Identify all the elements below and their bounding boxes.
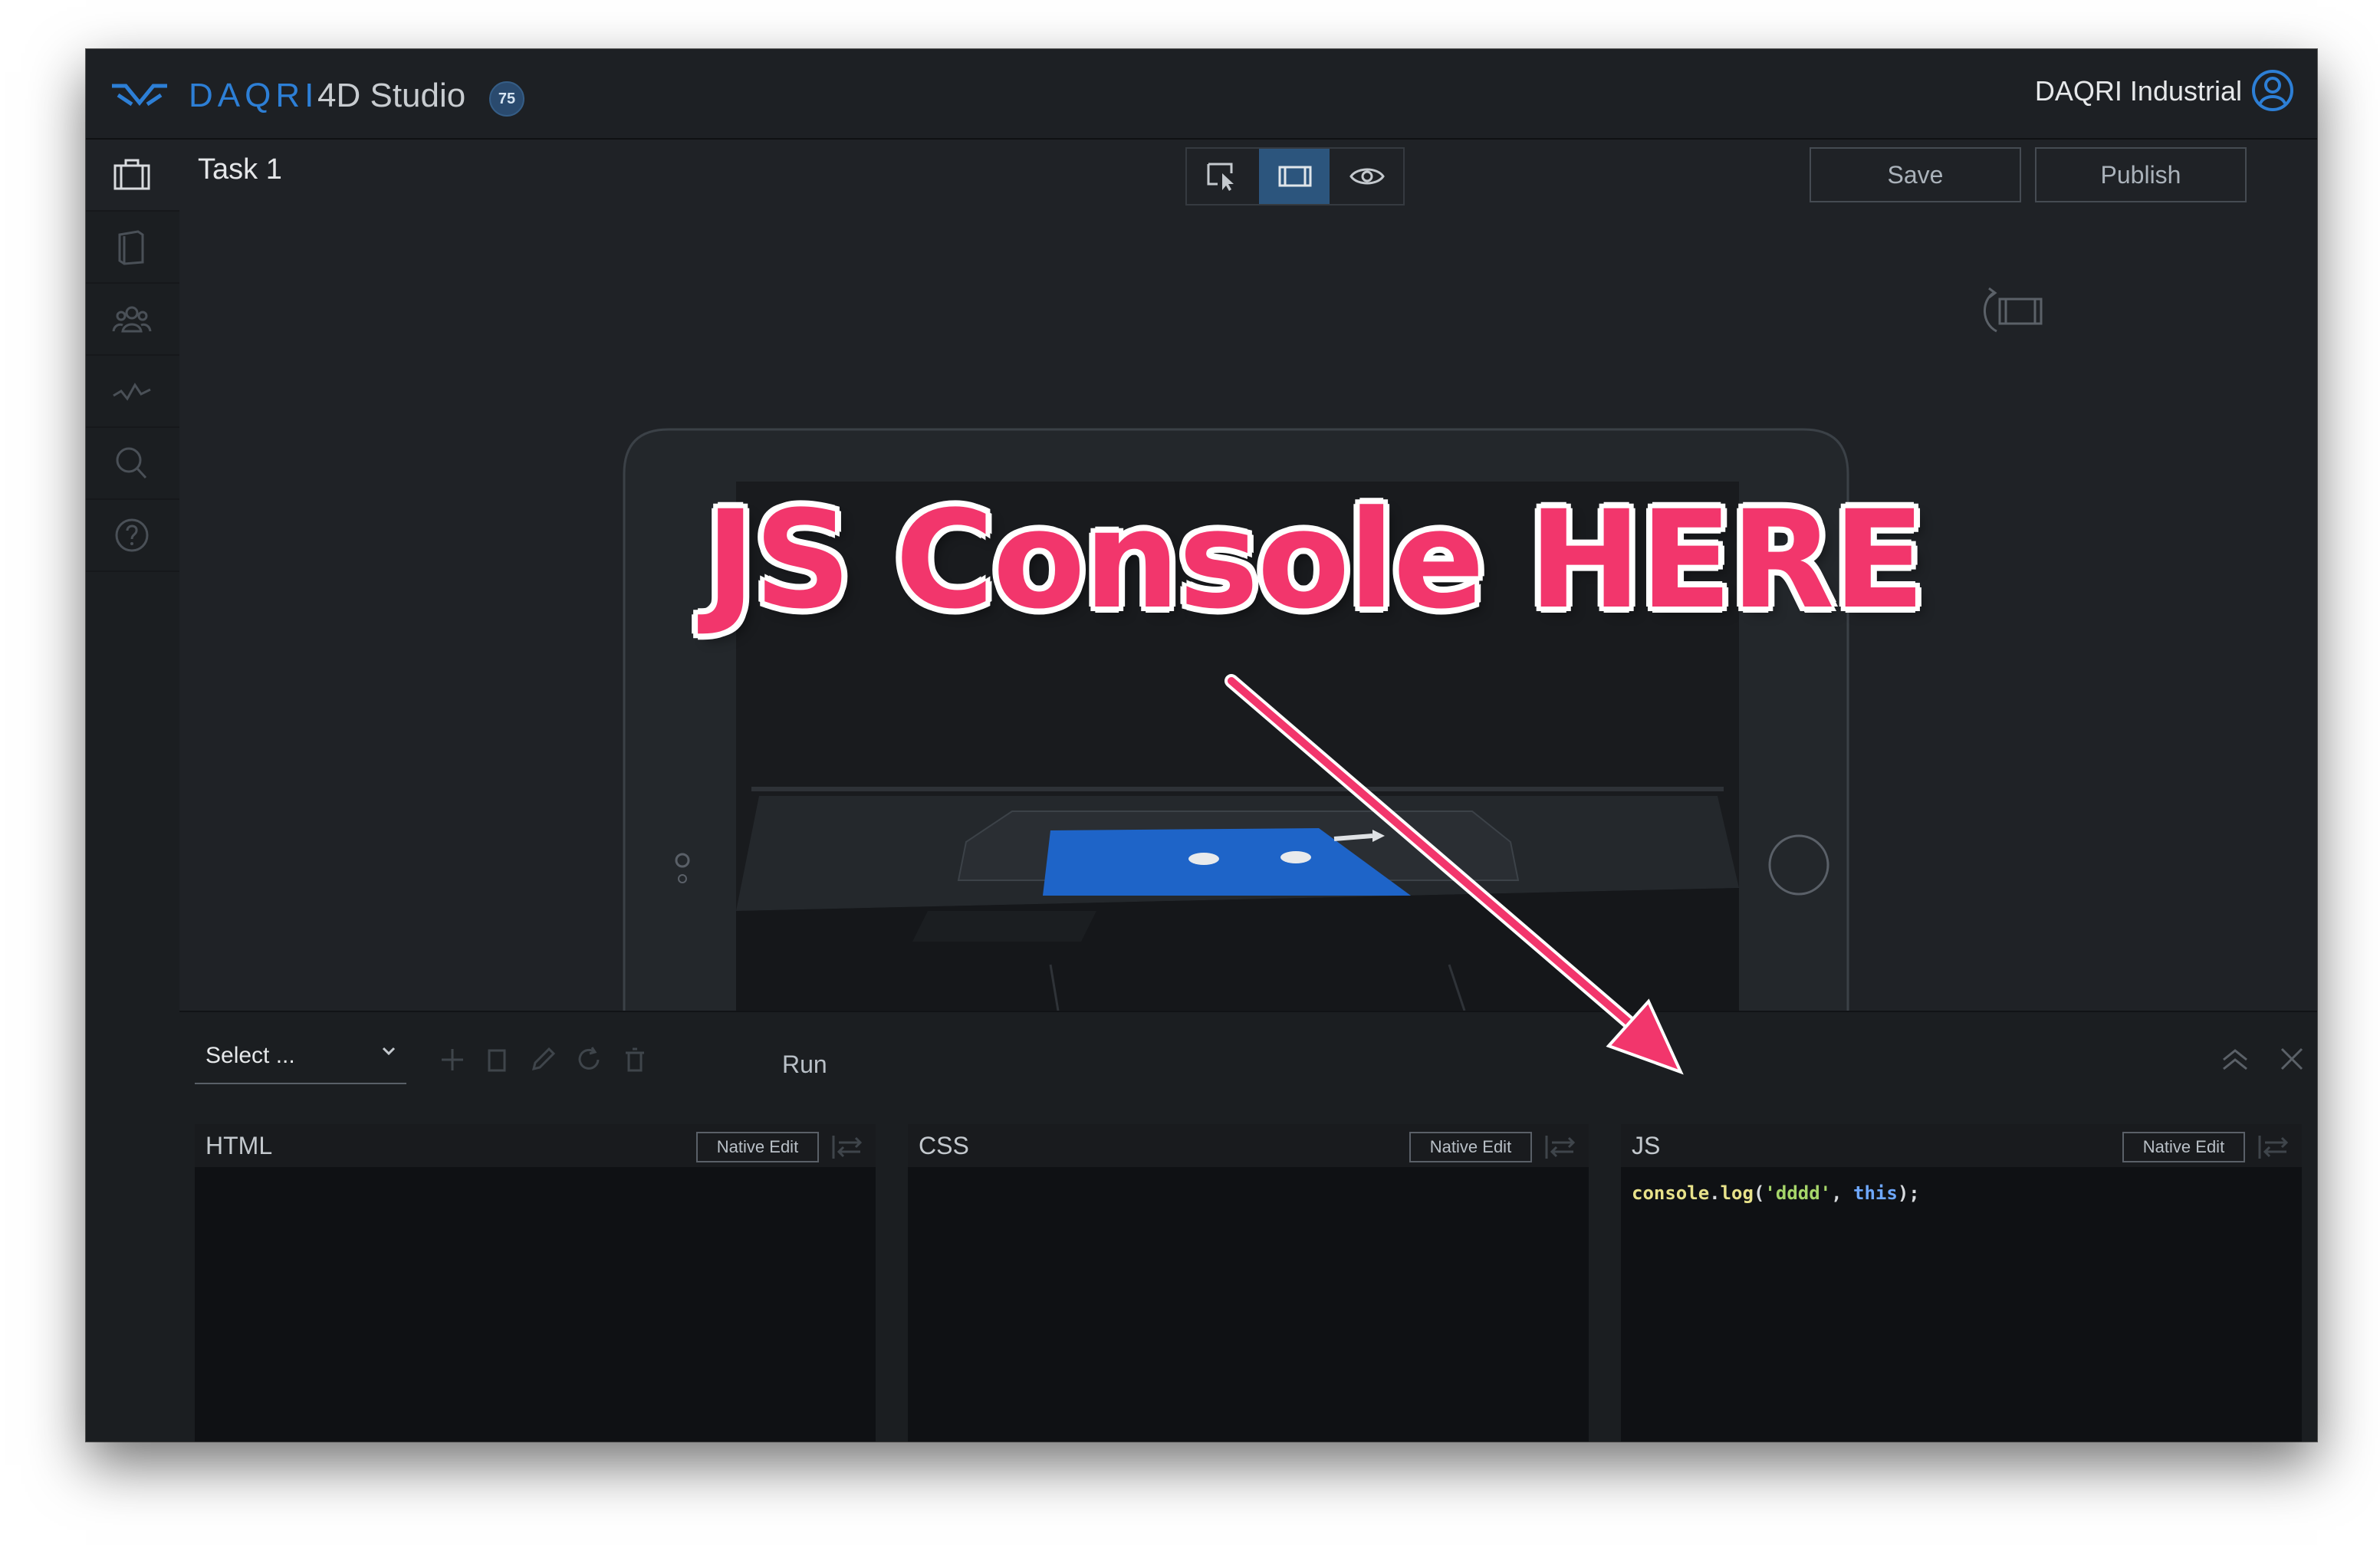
top-bar: DAQRI 4D Studio 75 DAQRI Industrial [86,49,2317,140]
chevron-down-icon [382,1047,396,1056]
swap-arrows-icon[interactable] [831,1133,865,1161]
rotate-device-icon[interactable] [1977,284,2047,337]
html-editor-pane[interactable]: HTML Native Edit [195,1124,876,1442]
annotation-callout-text: JS Console HERE [705,482,1925,639]
select-mode-button[interactable] [1187,149,1257,204]
user-avatar-icon[interactable] [2251,69,2294,112]
collapse-up-icon[interactable] [2219,1044,2251,1074]
sidebar-item-analytics[interactable] [86,356,179,428]
tablet-view-icon [1278,166,1312,187]
sidebar-item-tasks[interactable] [86,140,179,212]
close-icon[interactable] [2279,1046,2305,1072]
organization-name[interactable]: DAQRI Industrial [2035,75,2242,107]
code-open-paren: ( [1753,1182,1765,1204]
preview-mode-button[interactable] [1331,149,1402,204]
sidebar-item-users[interactable] [86,284,179,356]
swap-arrows-icon[interactable] [2257,1133,2291,1161]
select-label: Select ... [205,1043,295,1068]
html-native-edit-button[interactable]: Native Edit [696,1132,819,1162]
tablet-mode-button[interactable] [1259,149,1330,204]
publish-button[interactable]: Publish [2035,147,2247,202]
trash-icon[interactable] [621,1046,649,1074]
version-badge: 75 [489,81,524,117]
code-comma: , [1831,1182,1854,1204]
swap-arrows-icon[interactable] [1544,1133,1578,1161]
daqri-logo-icon[interactable] [109,80,170,110]
help-icon [115,518,149,552]
refresh-icon[interactable] [575,1046,603,1074]
css-pane-header: CSS Native Edit [908,1124,1589,1167]
book-icon [118,230,144,265]
search-icon [116,447,147,479]
sidebar-item-library[interactable] [86,212,179,284]
css-native-edit-button[interactable]: Native Edit [1409,1132,1532,1162]
save-button[interactable]: Save [1810,147,2021,202]
left-sidebar [86,140,179,1442]
js-native-edit-button[interactable]: Native Edit [2122,1132,2245,1162]
js-editor-pane[interactable]: JS Native Edit console.log('dddd', this)… [1621,1124,2302,1442]
view-mode-toggle [1185,147,1405,206]
edit-pencil-icon[interactable] [529,1046,557,1074]
add-icon[interactable] [439,1046,466,1074]
code-keyword: this [1853,1182,1898,1204]
js-code-line[interactable]: console.log('dddd', this); [1632,1182,1920,1204]
code-method: log [1720,1182,1754,1204]
code-string: 'dddd' [1764,1182,1832,1204]
copy-icon[interactable] [483,1046,511,1074]
briefcase-icon [113,159,150,190]
sidebar-item-help[interactable] [86,500,179,572]
html-pane-header: HTML Native Edit [195,1124,876,1167]
code-dot: . [1709,1182,1721,1204]
product-name: 4D Studio [317,77,466,114]
code-close: ); [1897,1182,1920,1204]
task-title: Task 1 [198,153,282,186]
editor-toolbar: Select ... Run [179,1012,2317,1106]
sidebar-item-search[interactable] [86,428,179,500]
brand-name: DAQRI [189,77,319,114]
css-editor-pane[interactable]: CSS Native Edit [908,1124,1589,1442]
users-icon [112,306,152,333]
code-object: console [1632,1182,1710,1204]
preview-eye-icon [1349,168,1385,185]
code-editor-panel: Select ... Run HTML Native Edit CSS Nati… [179,1011,2317,1442]
run-button[interactable]: Run [782,1051,827,1079]
js-pane-header: JS Native Edit [1621,1124,2302,1167]
app-window: DAQRI 4D Studio 75 DAQRI Industrial Task… [86,49,2317,1442]
html-pane-title: HTML [205,1132,273,1159]
js-pane-title: JS [1632,1132,1661,1159]
select-cursor-icon [1207,163,1234,191]
css-pane-title: CSS [919,1132,969,1159]
analytics-icon [113,383,151,401]
